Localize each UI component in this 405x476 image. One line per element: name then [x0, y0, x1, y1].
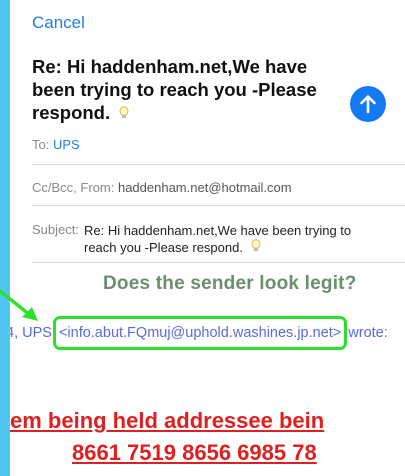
- annotation-question: Does the sender look legit?: [103, 273, 357, 294]
- mail-compose-sheet: Cancel Re: Hi haddenham.net,We have been…: [10, 0, 405, 476]
- quoted-suffix: wrote:: [348, 325, 388, 341]
- cancel-button[interactable]: Cancel: [32, 13, 85, 33]
- cc-from-field[interactable]: Cc/Bcc, From: haddenham.net@hotmail.com: [32, 180, 405, 195]
- to-recipient[interactable]: UPS: [53, 137, 80, 152]
- quoted-prefix: 4, UPS: [10, 325, 52, 341]
- sender-address-highlight: <info.abut.FQmuj@uphold.washines.jp.net>: [52, 316, 348, 350]
- subject-heading: Re: Hi haddenham.net,We have been trying…: [32, 55, 352, 124]
- subject-field[interactable]: Subject: Re: Hi haddenham.net,We have be…: [32, 222, 405, 256]
- arrow-up-icon: [360, 95, 376, 114]
- divider: [32, 164, 405, 165]
- divider: [32, 262, 405, 263]
- lightbulb-icon: [119, 106, 129, 118]
- tracking-number-text: 8661 7519 8656 6985 78: [72, 440, 317, 465]
- sender-address: <info.abut.FQmuj@uphold.washines.jp.net>: [58, 325, 342, 341]
- subject-input[interactable]: Re: Hi haddenham.net,We have been trying…: [84, 222, 374, 256]
- email-body-text: em being held addressee bein: [10, 408, 325, 433]
- to-field[interactable]: To: UPS: [32, 137, 405, 152]
- divider: [32, 205, 405, 206]
- lightbulb-icon: [251, 239, 261, 251]
- quoted-header: 4, UPS <info.abut.FQmuj@uphold.washines.j…: [10, 316, 388, 350]
- cc-label: Cc/Bcc, From:: [32, 180, 115, 195]
- subject-heading-text: Re: Hi haddenham.net,We have been trying…: [32, 56, 317, 123]
- subject-label: Subject:: [32, 222, 79, 237]
- send-button[interactable]: [350, 86, 386, 122]
- subject-value: Re: Hi haddenham.net,We have been trying…: [83, 223, 352, 255]
- arrow-pointer-icon: [0, 289, 38, 321]
- from-address: haddenham.net@hotmail.com: [117, 180, 292, 195]
- to-label: To:: [32, 137, 50, 152]
